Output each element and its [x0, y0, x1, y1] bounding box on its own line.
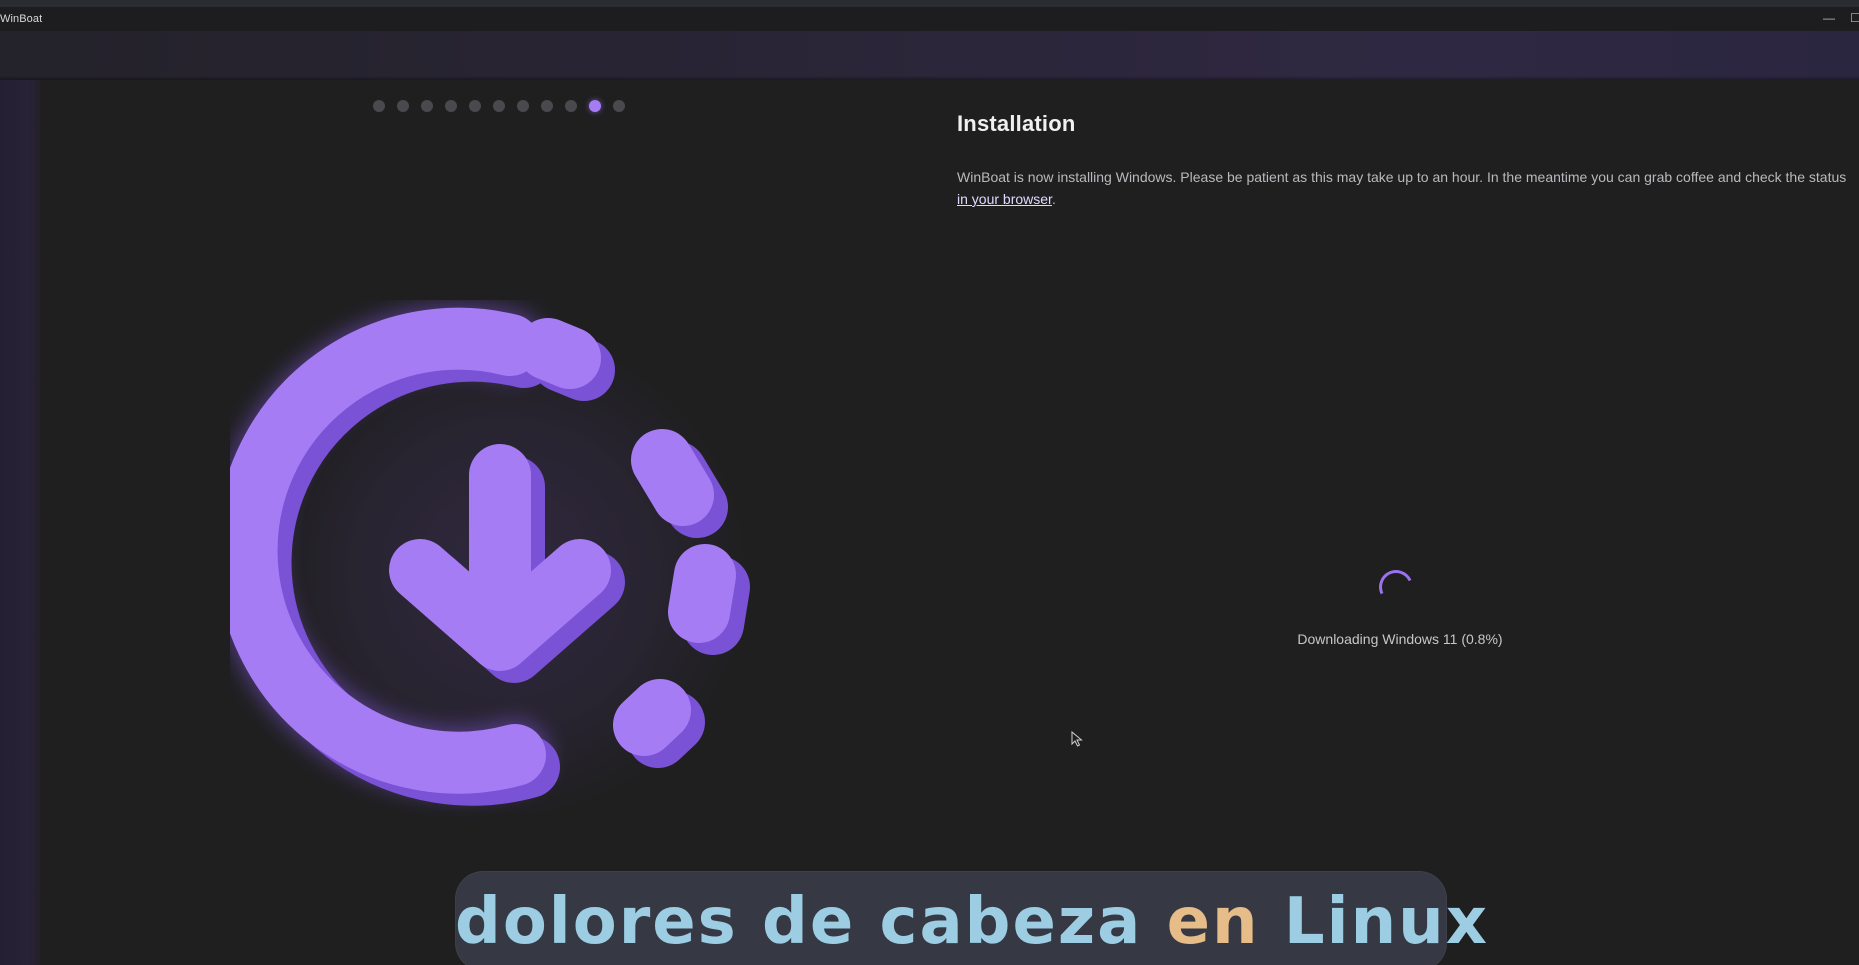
step-dot: [445, 100, 457, 112]
step-dot: [493, 100, 505, 112]
step-dot: [373, 100, 385, 112]
video-caption: dolores de cabeza en Linux: [455, 871, 1487, 965]
desktop-top-strip: [0, 0, 1859, 7]
browser-status-link[interactable]: in your browser: [957, 191, 1052, 207]
caption-part-1: dolores de cabeza: [455, 885, 1167, 959]
maximize-button[interactable]: ☐: [1850, 9, 1859, 29]
step-dot: [565, 100, 577, 112]
step-dot: [397, 100, 409, 112]
description-end: .: [1051, 191, 1056, 207]
app-title: WinBoat: [0, 13, 43, 25]
setup-stepper: [373, 99, 633, 113]
minimize-button[interactable]: —: [1818, 9, 1840, 29]
header-band: [0, 31, 1859, 80]
caption-text: dolores de cabeza en Linux: [455, 885, 1487, 959]
page-title: Installation: [957, 111, 1076, 136]
step-dot: [517, 100, 529, 112]
step-dot: [421, 100, 433, 112]
step-dot: [541, 100, 553, 112]
window-titlebar: WinBoat — ☐: [0, 7, 1859, 31]
step-dot: [613, 100, 625, 112]
loading-spinner: [1374, 565, 1418, 609]
installation-description: WinBoat is now installing Windows. Pleas…: [957, 166, 1847, 210]
download-status: Downloading Windows 11 (0.8%): [1297, 631, 1503, 647]
download-progress-icon: [230, 303, 750, 806]
description-text: WinBoat is now installing Windows. Pleas…: [957, 169, 1847, 185]
side-panel: [0, 80, 40, 965]
mouse-cursor-icon: [1071, 731, 1083, 747]
step-dot-active: [589, 100, 601, 112]
step-dot: [469, 100, 481, 112]
caption-highlight: en: [1166, 885, 1260, 959]
caption-part-2: Linux: [1259, 885, 1489, 959]
